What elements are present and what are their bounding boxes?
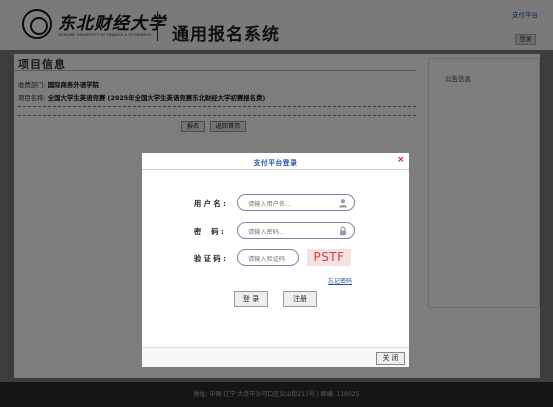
username-label: 用 户 名 : — [194, 199, 226, 208]
captcha-input[interactable]: 请输入验证码 — [237, 249, 299, 266]
user-icon — [339, 199, 347, 208]
dialog-footer: 关 闭 — [142, 347, 409, 367]
captcha-label: 验 证 码 : — [194, 254, 226, 263]
lock-icon — [340, 226, 346, 236]
dialog-header: 支付平台登录 × — [142, 153, 409, 170]
login-dialog: 支付平台登录 × 用 户 名 : 请输入用户名... 密 码 : 请输入密码..… — [142, 153, 409, 367]
login-button[interactable]: 登 录 — [234, 291, 268, 307]
close-dialog-button[interactable]: 关 闭 — [376, 352, 405, 365]
password-label: 密 码 : — [194, 227, 224, 237]
username-input[interactable]: 请输入用户名... — [237, 194, 355, 211]
captcha-placeholder: 请输入验证码 — [248, 256, 286, 263]
captcha-image[interactable]: PSTF — [307, 249, 351, 266]
forgot-password-link[interactable]: 忘记密码 — [328, 276, 352, 285]
close-icon[interactable]: × — [397, 156, 405, 165]
password-input[interactable]: 请输入密码... — [237, 222, 355, 239]
dialog-title: 支付平台登录 — [253, 159, 298, 167]
username-placeholder: 请输入用户名... — [248, 201, 292, 208]
password-placeholder: 请输入密码... — [248, 229, 285, 236]
register-button[interactable]: 注册 — [283, 291, 317, 307]
password-label-text: 密 码 : — [194, 227, 224, 236]
